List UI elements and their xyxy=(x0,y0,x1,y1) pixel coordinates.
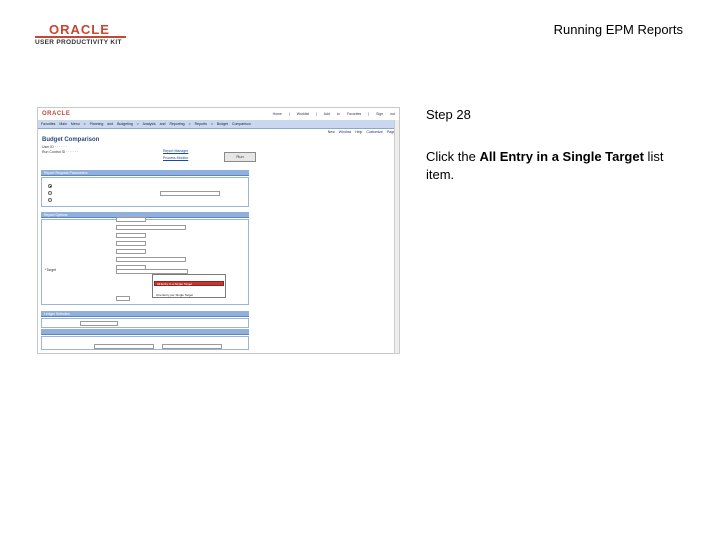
screenshot-scrollbar[interactable] xyxy=(394,120,399,353)
option-field-1[interactable] xyxy=(116,217,146,222)
oracle-logo-word: ORACLE xyxy=(49,22,110,37)
header-links[interactable]: Home | Worklist | Add to Favorites | Sig… xyxy=(273,112,395,116)
grid-box xyxy=(41,336,249,350)
run-control-info-2: Run Control ID · · · · · · xyxy=(42,150,78,154)
document-title: Running EPM Reports xyxy=(553,22,683,37)
run-control-info: User ID · · · · · · xyxy=(42,145,67,149)
logo-subtitle: USER PRODUCTIVITY KIT xyxy=(35,39,122,46)
target-dropdown-list: All Entry in a Single Target One Entry p… xyxy=(152,274,226,298)
nav-breadcrumb[interactable]: Favorites Main Menu > Planning and Budge… xyxy=(41,122,251,126)
app-screenshot: ORACLE Home | Worklist | Add to Favorite… xyxy=(37,107,400,354)
instruction-target: All Entry in a Single Target xyxy=(479,149,644,164)
grid-to-input[interactable] xyxy=(162,344,222,349)
option-field-8[interactable] xyxy=(116,296,130,301)
dropdown-option-all-entry[interactable]: All Entry in a Single Target xyxy=(154,281,224,286)
run-button[interactable]: Run xyxy=(224,152,256,162)
page-toolbar-links[interactable]: New Window Help Customize Page xyxy=(328,130,395,134)
radio-option-2[interactable] xyxy=(48,191,52,195)
oracle-upk-logo: ORACLE USER PRODUCTIVITY KIT xyxy=(33,22,128,50)
option-field-3[interactable] xyxy=(116,233,146,238)
instruction-prefix: Click the xyxy=(426,149,480,164)
process-monitor-link[interactable]: Process Monitor xyxy=(163,156,188,160)
ledger-band: Ledger Selection xyxy=(41,311,249,317)
target-label: *Target xyxy=(45,268,57,272)
logo-rule xyxy=(35,36,126,38)
option-field-2[interactable] xyxy=(116,225,186,230)
grid-from-input[interactable] xyxy=(94,344,154,349)
step-title: Step 28 xyxy=(426,107,471,122)
ledger-input[interactable] xyxy=(80,321,118,326)
page-title: Budget Comparison xyxy=(42,137,100,143)
description-input[interactable] xyxy=(160,191,220,196)
dropdown-option-one-entry[interactable]: One Entry per Single Target xyxy=(154,293,226,298)
grid-header-band xyxy=(41,329,249,335)
report-request-band: Report Request Parameters xyxy=(41,170,249,176)
option-field-5[interactable] xyxy=(116,249,146,254)
app-logo: ORACLE xyxy=(42,111,71,117)
report-request-box xyxy=(41,177,249,207)
option-field-6[interactable] xyxy=(116,257,186,262)
app-nav-bar: Favorites Main Menu > Planning and Budge… xyxy=(38,120,399,129)
ledger-box xyxy=(41,318,249,328)
radio-option-1[interactable] xyxy=(48,184,52,188)
radio-option-3[interactable] xyxy=(48,198,52,202)
dropdown-option-blank[interactable] xyxy=(154,287,226,292)
step-instruction: Click the All Entry in a Single Target l… xyxy=(426,148,686,184)
option-field-4[interactable] xyxy=(116,241,146,246)
report-manager-link[interactable]: Report Manager xyxy=(163,149,188,153)
app-header: ORACLE Home | Worklist | Add to Favorite… xyxy=(38,108,399,120)
